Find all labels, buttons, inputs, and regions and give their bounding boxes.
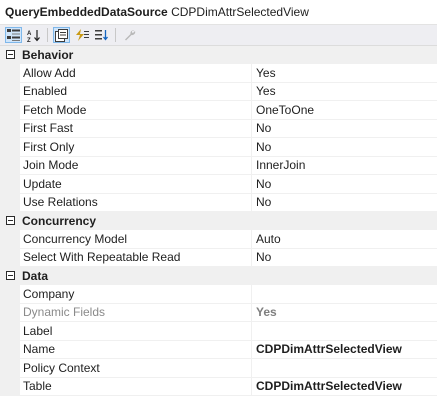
- property-row[interactable]: Allow Add Yes: [0, 64, 437, 83]
- property-name[interactable]: Use Relations: [20, 193, 252, 212]
- category-row[interactable]: Behavior: [0, 46, 437, 64]
- minus-box-icon: [5, 216, 15, 225]
- svg-text:A: A: [27, 31, 32, 37]
- property-row[interactable]: Select With Repeatable Read No: [0, 248, 437, 267]
- property-row[interactable]: First Fast No: [0, 119, 437, 138]
- row-gutter: [0, 377, 20, 396]
- property-value[interactable]: [252, 359, 437, 378]
- property-value[interactable]: No: [252, 138, 437, 157]
- property-name[interactable]: Dynamic Fields: [20, 303, 252, 322]
- events-button[interactable]: [73, 27, 90, 43]
- properties-icon: [55, 28, 68, 42]
- row-gutter: [0, 82, 20, 101]
- property-value[interactable]: Yes: [252, 83, 437, 101]
- property-row[interactable]: Dynamic Fields Yes: [0, 303, 437, 322]
- minus-box-icon: [5, 50, 15, 59]
- property-value[interactable]: Yes: [252, 304, 437, 322]
- property-value[interactable]: Auto: [252, 230, 437, 249]
- property-name[interactable]: Policy Context: [20, 359, 252, 378]
- row-gutter: [0, 322, 20, 341]
- property-row[interactable]: Fetch Mode OneToOne: [0, 101, 437, 120]
- alphabetical-button[interactable]: A Z: [25, 27, 42, 43]
- property-name[interactable]: Company: [20, 285, 252, 304]
- property-row[interactable]: Join Mode InnerJoin: [0, 156, 437, 175]
- property-grid: Behavior Allow Add Yes Enabled Yes Fetch Mode…: [0, 46, 437, 396]
- property-row[interactable]: Enabled Yes: [0, 82, 437, 101]
- property-value[interactable]: [252, 322, 437, 341]
- category-label: Concurrency: [22, 213, 97, 228]
- row-gutter: [0, 138, 20, 157]
- property-value[interactable]: No: [252, 249, 437, 267]
- property-name[interactable]: First Only: [20, 138, 252, 157]
- properties-toolbar: A Z: [0, 24, 437, 46]
- property-row[interactable]: Table CDPDimAttrSelectedView: [0, 377, 437, 396]
- collapse-icon[interactable]: [0, 267, 20, 285]
- property-value[interactable]: No: [252, 175, 437, 194]
- categorized-icon: [7, 29, 20, 41]
- category-row[interactable]: Data: [0, 267, 437, 285]
- wrench-icon: [124, 30, 135, 41]
- property-value[interactable]: CDPDimAttrSelectedView: [252, 378, 437, 396]
- alphabetical-icon: A Z: [27, 29, 40, 42]
- property-value[interactable]: CDPDimAttrSelectedView: [252, 341, 437, 359]
- sort-icon: [94, 30, 108, 41]
- property-row[interactable]: Update No: [0, 175, 437, 194]
- property-name[interactable]: Concurrency Model: [20, 230, 252, 249]
- property-value[interactable]: No: [252, 194, 437, 212]
- collapse-icon[interactable]: [0, 212, 20, 230]
- property-row[interactable]: Company: [0, 285, 437, 304]
- minus-box-icon: [5, 271, 15, 280]
- sort-button[interactable]: [93, 27, 110, 43]
- collapse-icon[interactable]: [0, 46, 20, 64]
- property-value[interactable]: No: [252, 120, 437, 138]
- category-label: Behavior: [22, 47, 74, 62]
- row-gutter: [0, 193, 20, 212]
- object-type: QueryEmbeddedDataSource: [5, 5, 168, 19]
- property-name[interactable]: Select With Repeatable Read: [20, 248, 252, 267]
- property-value[interactable]: Yes: [252, 64, 437, 83]
- property-name[interactable]: Label: [20, 322, 252, 341]
- row-gutter: [0, 359, 20, 378]
- property-name[interactable]: Table: [20, 377, 252, 396]
- property-row[interactable]: Label: [0, 322, 437, 341]
- property-name[interactable]: Allow Add: [20, 64, 252, 83]
- row-gutter: [0, 101, 20, 120]
- property-name[interactable]: Name: [20, 340, 252, 359]
- property-name[interactable]: Update: [20, 175, 252, 194]
- property-value[interactable]: InnerJoin: [252, 157, 437, 175]
- property-name[interactable]: Fetch Mode: [20, 101, 252, 120]
- property-name[interactable]: Enabled: [20, 82, 252, 101]
- row-gutter: [0, 248, 20, 267]
- property-row[interactable]: First Only No: [0, 138, 437, 157]
- property-value[interactable]: [252, 285, 437, 304]
- property-pages-button[interactable]: [121, 27, 138, 43]
- category-label: Data: [22, 268, 49, 283]
- svg-text:Z: Z: [27, 38, 31, 42]
- property-value[interactable]: OneToOne: [252, 101, 437, 120]
- object-name: CDPDimAttrSelectedView: [171, 5, 309, 19]
- property-name[interactable]: Join Mode: [20, 156, 252, 175]
- property-row[interactable]: Policy Context: [0, 359, 437, 378]
- row-gutter: [0, 175, 20, 194]
- properties-header: QueryEmbeddedDataSource CDPDimAttrSelect…: [0, 0, 437, 24]
- property-row[interactable]: Concurrency Model Auto: [0, 230, 437, 249]
- row-gutter: [0, 285, 20, 304]
- events-icon: [75, 29, 89, 41]
- properties-button[interactable]: [53, 27, 70, 43]
- row-gutter: [0, 230, 20, 249]
- property-name[interactable]: First Fast: [20, 119, 252, 138]
- toolbar-separator: [115, 28, 116, 42]
- property-row[interactable]: Use Relations No: [0, 193, 437, 212]
- property-row[interactable]: Name CDPDimAttrSelectedView: [0, 340, 437, 359]
- row-gutter: [0, 303, 20, 322]
- category-row[interactable]: Concurrency: [0, 212, 437, 230]
- categorized-button[interactable]: [5, 27, 22, 43]
- row-gutter: [0, 340, 20, 359]
- toolbar-separator: [47, 28, 48, 42]
- row-gutter: [0, 119, 20, 138]
- row-gutter: [0, 64, 20, 83]
- row-gutter: [0, 156, 20, 175]
